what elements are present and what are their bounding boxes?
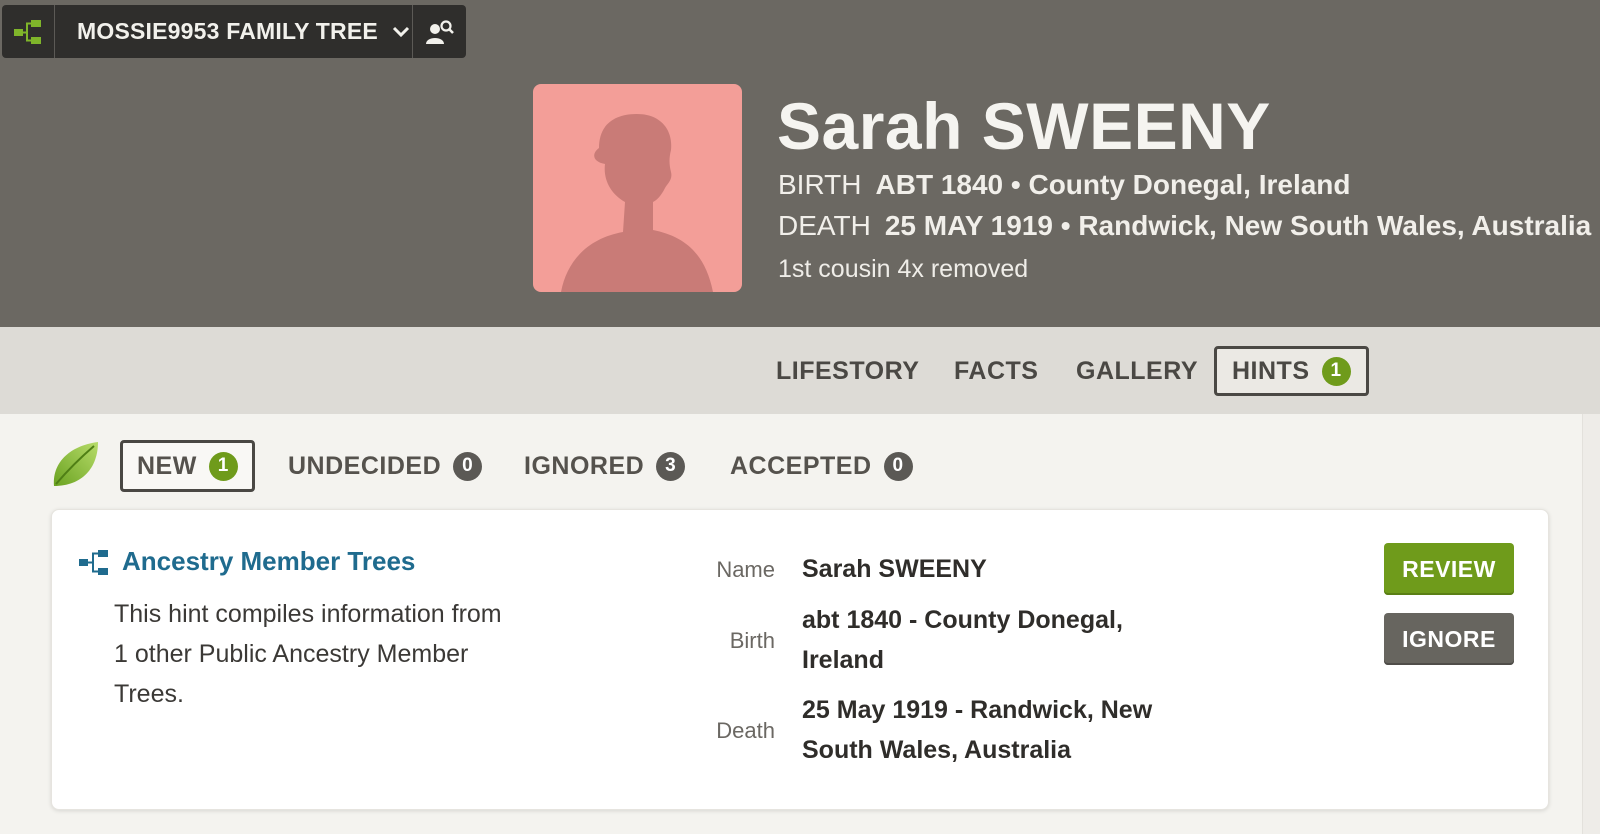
name-field-value: Sarah SWEENY: [802, 555, 987, 583]
tab-facts[interactable]: FACTS: [954, 346, 1038, 396]
review-button[interactable]: REVIEW: [1384, 543, 1514, 595]
relationship-text[interactable]: 1st cousin 4x removed: [778, 255, 1028, 284]
tab-label: GALLERY: [1076, 356, 1199, 385]
new-count-badge: 1: [208, 451, 238, 481]
death-label: DEATH: [778, 210, 871, 241]
female-silhouette-icon: [561, 114, 713, 292]
tab-hints[interactable]: HINTS 1: [1214, 346, 1369, 396]
tree-view-button[interactable]: [2, 5, 55, 58]
filter-label: ACCEPTED: [730, 451, 872, 480]
ignored-count-badge: 3: [656, 451, 686, 481]
hint-leaf-icon: [53, 442, 98, 486]
birth-field-value: abt 1840 - County Donegal, Ireland: [802, 606, 1123, 674]
birth-field-label: Birth: [729, 628, 775, 653]
hint-filter-undecided[interactable]: UNDECIDED 0: [288, 440, 483, 492]
person-tabs-bar: LIFESTORY FACTS GALLERY HINTS 1: [0, 327, 1600, 414]
birth-info: BIRTH ABT 1840 • County Donegal, Ireland: [778, 169, 1351, 201]
tree-selector-dropdown[interactable]: MOSSIE9953 FAMILY TREE: [55, 5, 413, 58]
hint-filter-ignored[interactable]: IGNORED 3: [524, 440, 686, 492]
person-search-button[interactable]: [413, 5, 466, 58]
hint-source-link[interactable]: Ancestry Member Trees: [122, 546, 415, 577]
tab-label: FACTS: [954, 356, 1039, 385]
profile-photo-placeholder[interactable]: [533, 84, 742, 292]
death-field-value: 25 May 1919 - Randwick, New South Wales,…: [802, 696, 1153, 764]
birth-label: BIRTH: [778, 169, 862, 200]
undecided-count-badge: 0: [453, 451, 483, 481]
person-name: Sarah SWEENY: [777, 89, 1271, 163]
tab-label: HINTS: [1232, 356, 1310, 385]
tab-label: LIFESTORY: [776, 356, 920, 385]
tree-toolbar: MOSSIE9953 FAMILY TREE: [2, 5, 466, 58]
tab-gallery[interactable]: GALLERY: [1076, 346, 1198, 396]
person-search-icon: [425, 19, 454, 44]
birth-value: ABT 1840 • County Donegal, Ireland: [875, 169, 1351, 200]
death-value: 25 MAY 1919 • Randwick, New South Wales,…: [884, 210, 1592, 241]
hint-filter-accepted[interactable]: ACCEPTED 0: [730, 440, 913, 492]
tree-name: MOSSIE9953 FAMILY TREE: [77, 18, 378, 44]
accepted-count-badge: 0: [883, 451, 913, 481]
hint-filter-new[interactable]: NEW 1: [120, 440, 255, 492]
name-field-label: Name: [716, 557, 775, 582]
hints-count-badge: 1: [1321, 356, 1351, 386]
death-field-label: Death: [716, 718, 775, 743]
filter-label: UNDECIDED: [288, 451, 442, 480]
family-tree-icon: [14, 19, 41, 44]
tab-lifestory[interactable]: LIFESTORY: [776, 346, 919, 396]
filter-label: IGNORED: [524, 451, 645, 480]
filter-label: NEW: [137, 451, 197, 480]
page-scrollbar[interactable]: [1582, 414, 1600, 834]
hint-description: This hint compiles information from 1 ot…: [114, 600, 502, 708]
member-tree-icon: [79, 550, 108, 575]
ignore-button[interactable]: IGNORE: [1384, 613, 1514, 665]
death-info: DEATH 25 MAY 1919 • Randwick, New South W…: [778, 210, 1591, 242]
chevron-down-icon: [392, 26, 410, 37]
